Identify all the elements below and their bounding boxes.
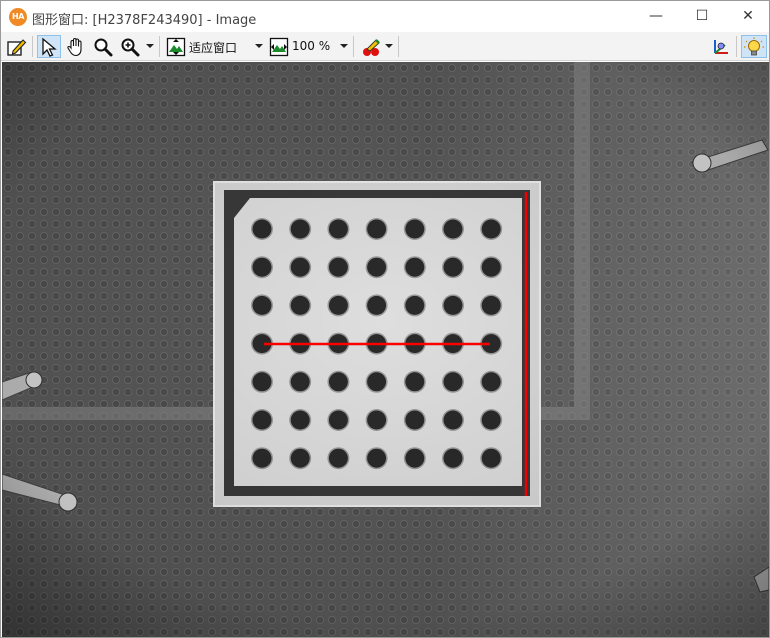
graphics-window: HA 图形窗口: [H2378F243490] - Image — ☐ ✕ 适应… bbox=[0, 0, 770, 638]
color-dropdown-arrow-icon[interactable] bbox=[385, 44, 393, 48]
zoom-in-icon bbox=[121, 38, 140, 56]
window-title: 图形窗口: [H2378F243490] - Image bbox=[32, 13, 257, 28]
axis-coordinates-icon bbox=[714, 39, 728, 54]
fit-window-button[interactable] bbox=[165, 35, 187, 58]
toolbar: 适应窗口 100 % bbox=[1, 32, 769, 61]
zoom-mode-dropdown-arrow-icon[interactable] bbox=[255, 44, 263, 48]
fit-window-icon bbox=[166, 37, 186, 56]
paint-color-icon bbox=[363, 38, 380, 56]
toolbar-separator bbox=[159, 36, 160, 57]
zoom-percent-label[interactable]: 100 % bbox=[292, 39, 330, 53]
toolbar-separator bbox=[736, 36, 737, 57]
zoom-dropdown-arrow-icon[interactable] bbox=[146, 44, 154, 48]
maximize-button[interactable]: ☐ bbox=[679, 1, 725, 32]
toolbar-separator bbox=[353, 36, 354, 57]
hand-pan-icon bbox=[67, 37, 82, 56]
edit-draw-button[interactable] bbox=[5, 35, 29, 58]
toolbar-separator bbox=[32, 36, 33, 57]
close-button[interactable]: ✕ bbox=[725, 1, 770, 32]
pointer-tool-button[interactable] bbox=[37, 35, 61, 58]
title-bar[interactable]: HA 图形窗口: [H2378F243490] - Image — ☐ ✕ bbox=[1, 1, 769, 32]
help-tips-button[interactable] bbox=[741, 35, 767, 58]
vignette-overlay bbox=[2, 62, 769, 637]
pointer-arrow-icon bbox=[42, 37, 57, 57]
coordinate-tool-button[interactable] bbox=[709, 35, 733, 58]
zoom-mode-label[interactable]: 适应窗口 bbox=[189, 39, 237, 56]
actual-size-icon bbox=[269, 37, 289, 56]
magnifier-tool-button[interactable] bbox=[91, 35, 115, 58]
calibration-image bbox=[2, 62, 769, 637]
app-logo-icon: HA bbox=[9, 8, 27, 26]
pan-tool-button[interactable] bbox=[64, 35, 88, 58]
actual-size-button[interactable] bbox=[268, 35, 290, 58]
pencil-edit-icon bbox=[7, 38, 27, 56]
magnifier-icon bbox=[94, 38, 113, 56]
lightbulb-icon bbox=[744, 37, 764, 55]
color-settings-button[interactable] bbox=[359, 35, 383, 58]
image-viewport[interactable] bbox=[2, 62, 769, 637]
minimize-button[interactable]: — bbox=[633, 1, 679, 32]
zoom-percent-dropdown-arrow-icon[interactable] bbox=[340, 44, 348, 48]
zoom-tool-button[interactable] bbox=[118, 35, 142, 58]
toolbar-separator bbox=[398, 36, 399, 57]
